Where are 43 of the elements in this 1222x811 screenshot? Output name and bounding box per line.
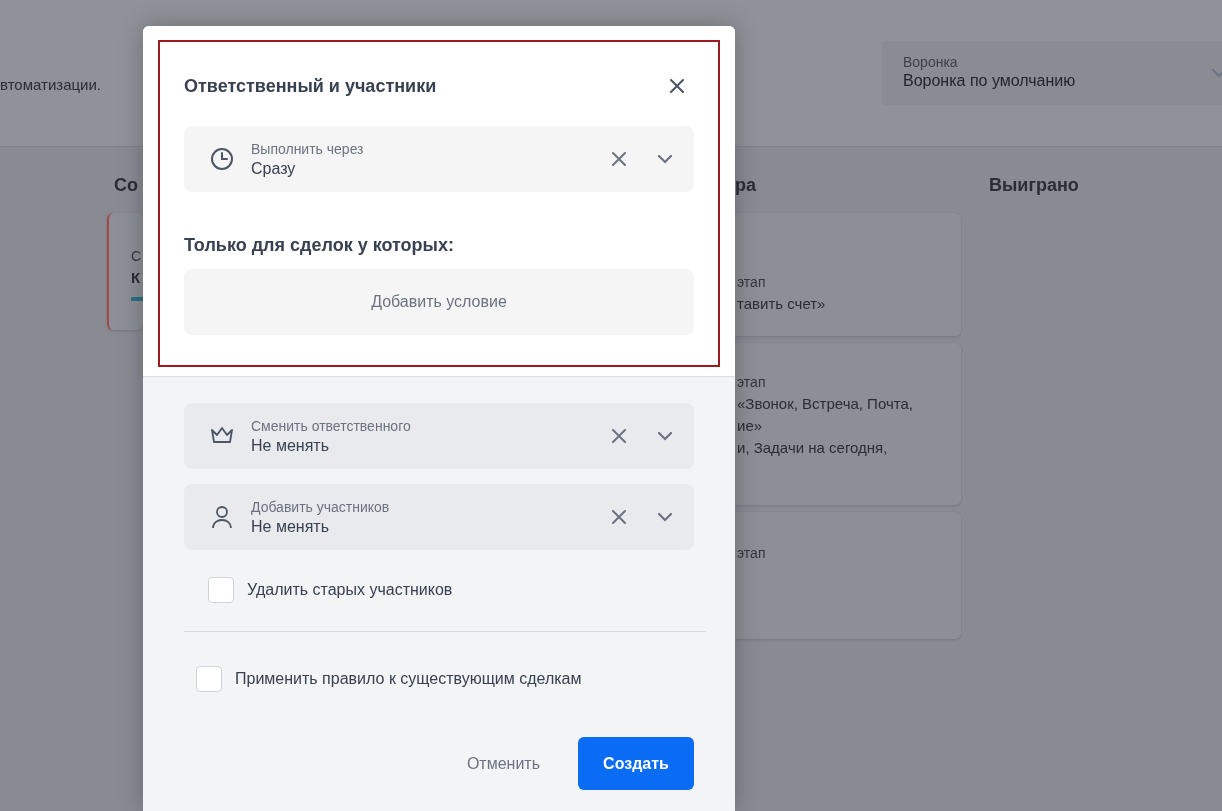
card-text: тавить счет» — [737, 294, 827, 314]
checkbox-label: Применить правило к существующим сделкам — [235, 670, 582, 688]
chevron-icon[interactable] — [658, 154, 672, 164]
checkbox[interactable] — [208, 577, 234, 603]
field-value: Не менять — [251, 435, 330, 456]
select-field[interactable]: Сменить ответственного Не менять — [184, 403, 694, 469]
field-label: Выполнить через — [251, 139, 365, 158]
person-icon — [211, 505, 233, 529]
card-text: ие» — [737, 416, 764, 436]
card-caption: этап — [737, 273, 767, 292]
pipeline-select[interactable]: Воронка Воронка по умолчанию — [882, 41, 1222, 105]
field-label: Сменить ответственного — [251, 416, 412, 435]
close-icon[interactable] — [670, 79, 684, 93]
clear-icon[interactable] — [612, 429, 626, 443]
card-caption: этап — [737, 373, 767, 392]
column-title: Со — [113, 174, 139, 197]
select-field[interactable]: Выполнить через Сразу — [184, 126, 694, 192]
card-caption: С — [131, 247, 143, 266]
card-text: «Звонок, Встреча, Почта, — [737, 394, 914, 414]
chevron-icon[interactable] — [658, 512, 672, 522]
card-text: К — [131, 268, 142, 288]
chevron-icon[interactable] — [658, 431, 672, 441]
section-heading: Только для сделок у которых: — [184, 234, 455, 257]
dialog-title: Ответственный и участники — [184, 75, 437, 97]
field-value: Не менять — [251, 516, 330, 537]
chevron-icon — [1212, 69, 1222, 78]
checkbox-label: Удалить старых участников — [247, 581, 453, 599]
field-label: Добавить участников — [251, 497, 391, 516]
card-caption: этап — [737, 544, 767, 563]
crown-icon — [210, 426, 234, 446]
cancel-button[interactable]: Отменить — [466, 754, 540, 773]
select-field[interactable]: Добавить участников Не менять — [184, 484, 694, 550]
clock-icon — [210, 147, 234, 171]
checkbox[interactable] — [196, 666, 222, 692]
add-condition-button[interactable]: Добавить условие — [184, 269, 694, 335]
create-button[interactable]: Создать — [578, 737, 694, 790]
field-value: Сразу — [251, 158, 297, 179]
clear-icon[interactable] — [612, 510, 626, 524]
clear-icon[interactable] — [612, 152, 626, 166]
column-title: Выиграно — [989, 174, 1080, 197]
column-title: ра — [735, 174, 757, 197]
card-text: и, Задачи на сегодня, — [737, 438, 889, 458]
description-text: втоматизации. — [0, 76, 101, 93]
